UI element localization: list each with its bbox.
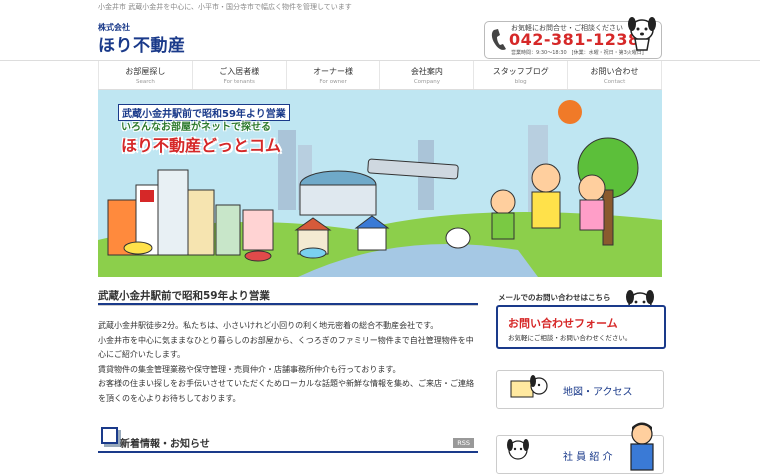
nav-item-company[interactable]: 会社案内 Company: [379, 61, 473, 89]
staff-character-icon: [630, 422, 654, 471]
news-underline: [98, 451, 478, 453]
section-title: 武蔵小金井駅前で昭和59年より営業: [98, 290, 270, 302]
divider: [98, 305, 478, 306]
global-nav: お部屋探し Search ご入居者様 For tenants オーナー様 For ow…: [98, 61, 662, 90]
nav-label: オーナー様: [313, 67, 354, 76]
nav-sublabel: For tenants: [223, 79, 255, 85]
nav-sublabel: For owner: [319, 79, 347, 85]
hero-headline-2: いろんなお部屋がネットで探せる: [121, 122, 271, 133]
nav-item-search[interactable]: お部屋探し Search: [98, 61, 192, 89]
staff-intro-button[interactable]: 社 員 紹 介: [496, 422, 664, 474]
nav-item-owner[interactable]: オーナー様 For owner: [285, 61, 380, 89]
map-access-label: 地図・アクセス: [563, 387, 633, 398]
dog-with-map-icon: [510, 375, 548, 398]
contact-form-title: お問い合わせフォーム: [508, 317, 618, 330]
contact-form-subtitle: お気軽にご相談・お問い合わせください。: [508, 334, 632, 342]
intro-paragraph: 賃貸物件の集金管理業務や保守管理・売買仲介・店舗事務所仲介も行っております。: [98, 364, 401, 374]
intro-paragraph: 武蔵小金井駅徒歩2分。私たちは、小さいけれど小回りの利く地元密着の総合不動産会社…: [98, 321, 439, 330]
nav-label: ご入居者様: [219, 67, 260, 76]
nav-item-blog[interactable]: スタッフブログ blog: [473, 61, 567, 89]
intro-paragraph: 小金井市を中心に気ままなひとり暮らしのお部屋から、くつろぎのファミリー物件まで自…: [98, 335, 474, 360]
mail-contact-label: メールでのお問い合わせはこちら: [498, 293, 611, 302]
business-hours: 営業時間：9:30〜18:30 [休業：水曜・祝日・第3火曜日]: [511, 50, 644, 56]
hero-headline-3: ほり不動産どっとコム: [121, 136, 282, 155]
nav-sublabel: blog: [514, 79, 527, 85]
staff-intro-label: 社 員 紹 介: [563, 452, 613, 463]
news-header: 新着情報・お知らせ RSS: [98, 424, 478, 454]
news-title: 新着情報・お知らせ: [120, 439, 210, 450]
contact-form-button[interactable]: お問い合わせフォーム お気軽にご相談・お問い合わせください。: [496, 305, 666, 349]
site-logo[interactable]: ほり不動産: [98, 31, 186, 56]
intro-text: 武蔵小金井駅徒歩2分。私たちは、小さいけれど小回りの利く地元密着の総合不動産会社…: [98, 319, 480, 406]
nav-sublabel: Contact: [603, 79, 626, 85]
nav-label: お問い合わせ: [590, 67, 639, 76]
rss-link[interactable]: RSS: [453, 438, 474, 448]
intro-paragraph: お客様の住まい探しをお手伝いさせていただくためローカルな話題や新鮮な情報を集め、…: [98, 379, 474, 403]
map-access-button[interactable]: 地図・アクセス: [496, 370, 664, 409]
nav-sublabel: Search: [135, 79, 155, 85]
dog-mascot-icon: [628, 17, 656, 51]
hero-banner: 武蔵小金井駅前で昭和59年より営業 いろんなお部屋がネットで探せる ほり不動産ど…: [98, 90, 662, 277]
phone-contact-box: お気軽にお問合せ・ご相談ください 042-381-1238 営業時間：9:30〜…: [484, 17, 662, 59]
square-bullet-icon: [101, 427, 118, 444]
nav-item-contact[interactable]: お問い合わせ Contact: [567, 61, 662, 89]
nav-item-tenants[interactable]: ご入居者様 For tenants: [191, 61, 286, 89]
nav-label: 会社案内: [410, 67, 443, 76]
nav-label: スタッフブログ: [492, 67, 549, 76]
dog-mascot-icon: [507, 439, 529, 460]
phone-number[interactable]: 042-381-1238: [509, 30, 640, 49]
nav-label: お部屋探し: [125, 67, 166, 76]
nav-sublabel: Company: [413, 79, 440, 85]
phone-icon: [491, 29, 506, 50]
site-tagline: 小金井市 武蔵小金井を中心に、小平市・国分寺市で幅広く物件を管理しています: [98, 3, 352, 11]
